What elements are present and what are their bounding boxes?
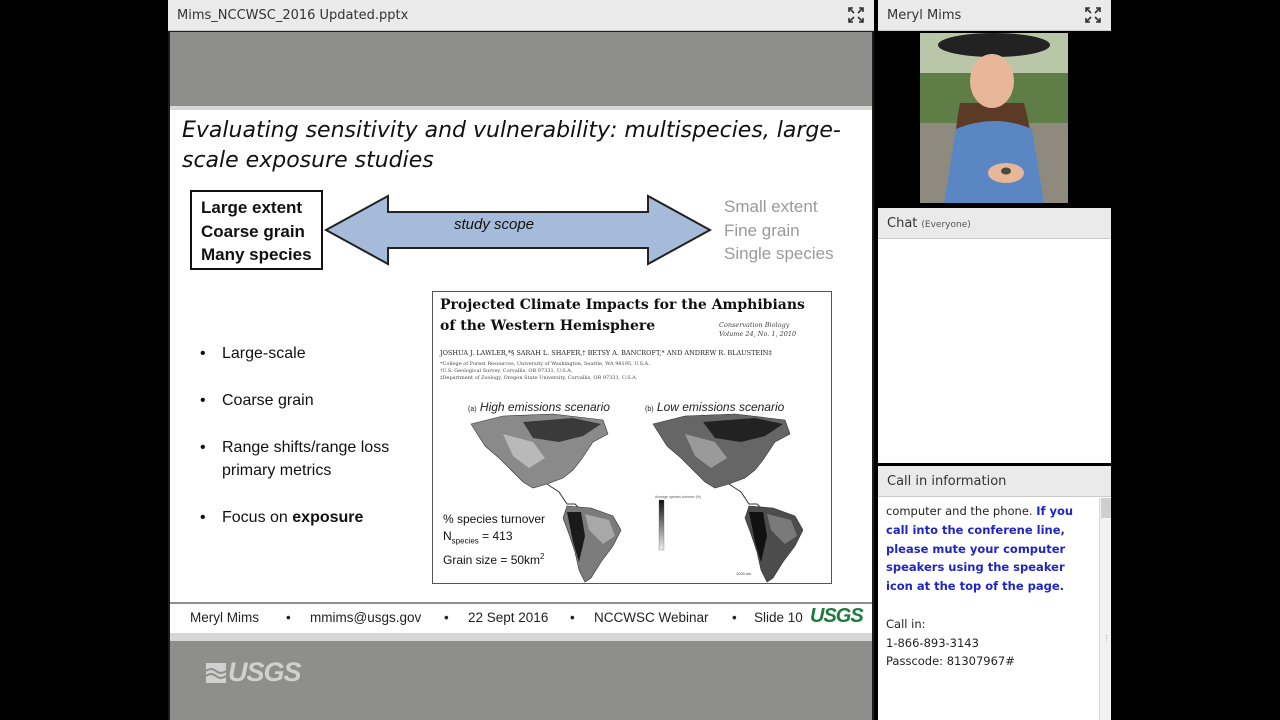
footer-slide-number: Slide 10 bbox=[754, 610, 803, 625]
paper-affiliation: †U.S. Geological Survey, Corvallis, OR 9… bbox=[440, 368, 573, 374]
bullet-item: Coarse grain bbox=[198, 389, 438, 412]
camera-pod: Meryl Mims bbox=[878, 0, 1111, 206]
usgs-watermark-text: USGS bbox=[228, 657, 302, 687]
share-pod-title: Mims_NCCWSC_2016 Updated.pptx bbox=[177, 8, 409, 23]
footer-separator: • bbox=[570, 610, 575, 625]
camera-pod-title: Meryl Mims bbox=[887, 8, 962, 23]
callin-pod: Call in information computer and the pho… bbox=[878, 466, 1111, 720]
callin-pod-header: Call in information bbox=[878, 466, 1111, 497]
footer-separator: • bbox=[444, 610, 449, 625]
scope-right-item: Small extent bbox=[724, 197, 818, 216]
stat-n: Nspecies = 413 bbox=[443, 528, 545, 550]
paper-journal-volume: Volume 24, No. 1, 2010 bbox=[719, 330, 797, 338]
usgs-logo: USGS bbox=[810, 605, 864, 627]
stat-n-value: = 413 bbox=[482, 528, 513, 543]
paper-journal-name: Conservation Biology bbox=[719, 321, 790, 329]
share-pod-header: Mims_NCCWSC_2016 Updated.pptx bbox=[168, 0, 874, 31]
legend-colorbar bbox=[658, 499, 665, 551]
footer-event: NCCWSC Webinar bbox=[594, 610, 709, 625]
bullet-bold-text: exposure bbox=[292, 509, 364, 526]
chat-pod-header: Chat (Everyone) bbox=[878, 208, 1111, 239]
stat-grain: Grain size = 50km2 bbox=[443, 549, 545, 569]
presentation-slide: Evaluating sensitivity and vulnerability… bbox=[170, 32, 872, 720]
camera-pod-header: Meryl Mims bbox=[878, 0, 1111, 31]
footer-email: mmims@usgs.gov bbox=[310, 610, 422, 625]
slide-footer: Meryl Mims • mmims@usgs.gov • 22 Sept 20… bbox=[170, 602, 872, 631]
bullet-item: Range shifts/range loss primary metrics bbox=[198, 436, 438, 482]
callin-scrollbar[interactable]: ⋮ bbox=[1099, 498, 1111, 720]
bullet-text: Focus on bbox=[222, 509, 288, 526]
scope-left-box: Large extent Coarse grain Many species bbox=[190, 190, 323, 270]
paper-journal: Conservation Biology Volume 24, No. 1, 2… bbox=[719, 321, 796, 339]
bullet-item: Focus on exposure bbox=[198, 506, 438, 529]
paper-affiliation: *College of Forest Resources, University… bbox=[440, 361, 650, 367]
paper-affiliation: ‡Department of Zoology, Oregon State Uni… bbox=[440, 375, 638, 381]
callin-label: Call in: bbox=[886, 616, 926, 631]
expand-arrows-icon[interactable] bbox=[848, 7, 864, 23]
chat-pod: Chat (Everyone) bbox=[878, 208, 1111, 463]
bullet-item: Large-scale bbox=[198, 342, 438, 365]
stat-turnover: % species turnover bbox=[443, 512, 546, 526]
usgs-wave-icon bbox=[206, 663, 226, 683]
chat-scope[interactable]: (Everyone) bbox=[921, 220, 970, 230]
callin-text: computer and the phone. If you call into… bbox=[878, 498, 1099, 720]
scope-right-list: Small extent Fine grain Single species bbox=[724, 195, 834, 266]
callin-pod-title: Call in information bbox=[887, 474, 1007, 489]
callin-phone: 1-866-893-3143 bbox=[886, 635, 979, 650]
legend-title: Average species turnover (%) bbox=[655, 495, 702, 499]
arrow-label: study scope bbox=[454, 216, 535, 233]
bullet-list: Large-scale Coarse grain Range shifts/ra… bbox=[198, 342, 438, 553]
scope-right-item: Single species bbox=[724, 244, 834, 263]
scope-left-item: Coarse grain bbox=[201, 221, 305, 241]
share-pod: Mims_NCCWSC_2016 Updated.pptx Evaluating… bbox=[168, 0, 874, 720]
callin-line: computer and the phone. bbox=[886, 504, 1033, 518]
paper-figure: Projected Climate Impacts for the Amphib… bbox=[432, 291, 832, 584]
scrollbar-thumb[interactable] bbox=[1101, 498, 1111, 518]
scope-left-item: Many species bbox=[201, 245, 312, 264]
chat-messages-area[interactable] bbox=[878, 240, 1111, 463]
stat-n-sub: species bbox=[451, 535, 479, 545]
slide-title: Evaluating sensitivity and vulnerability… bbox=[182, 118, 841, 173]
slide-bottom-band: USGS bbox=[170, 633, 872, 720]
footer-name: Meryl Mims bbox=[190, 610, 259, 625]
footer-separator: • bbox=[732, 610, 737, 625]
chat-pod-title: Chat bbox=[887, 216, 918, 231]
callin-passcode: Passcode: 81307967# bbox=[886, 654, 1015, 669]
scrollbar-grip-icon: ⋮ bbox=[1103, 634, 1110, 642]
footer-date: 22 Sept 2016 bbox=[468, 610, 549, 625]
stat-n-prefix: N bbox=[443, 528, 452, 543]
scope-left-item: Large extent bbox=[201, 198, 303, 217]
usgs-watermark-logo: USGS bbox=[206, 657, 302, 688]
stat-grain-text: Grain size = 50km bbox=[443, 553, 541, 568]
expand-arrows-icon[interactable] bbox=[1085, 7, 1101, 23]
footer-separator: • bbox=[286, 610, 291, 625]
paper-authors: JOSHUA J. LAWLER,*§ SARAH L. SHAFER,† BE… bbox=[440, 349, 772, 357]
webcam-video bbox=[920, 33, 1068, 203]
stat-grain-sup: 2 bbox=[540, 552, 545, 562]
slide-top-band bbox=[170, 32, 872, 110]
paper-affiliations: *College of Forest Resources, University… bbox=[440, 361, 650, 382]
scope-right-item: Fine grain bbox=[724, 220, 800, 240]
paper-stats: % species turnover Nspecies = 413 Grain … bbox=[443, 511, 545, 569]
map-scale-label: 1000 km bbox=[736, 571, 752, 576]
